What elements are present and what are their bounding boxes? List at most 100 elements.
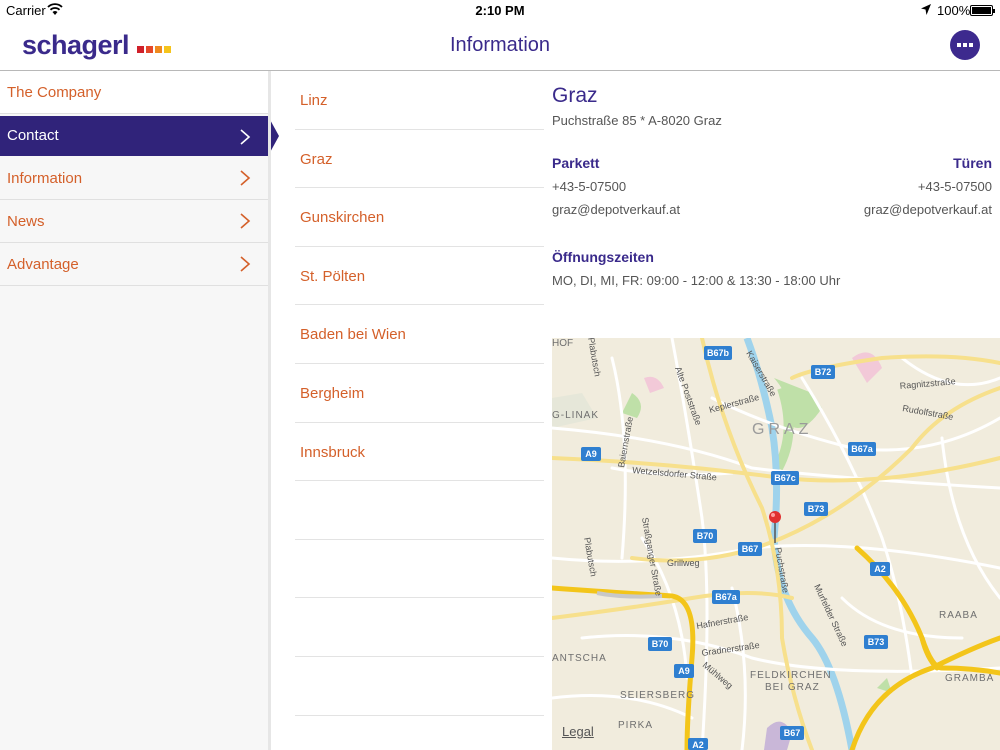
map-label-raaba: RAABA (939, 610, 978, 621)
tueren-heading: Türen (953, 155, 992, 171)
map-street-label: Alte Poststraße (673, 365, 703, 426)
map-street-label: Baiernstraße (616, 416, 635, 468)
map-label-feldkirchen: FELDKIRCHEN (750, 670, 832, 681)
list-item[interactable]: Innsbruck (295, 423, 544, 482)
road-badge: B70 (693, 529, 717, 543)
sidebar-item-label: News (7, 213, 45, 230)
sidebar: The Company Contact Information News Adv… (0, 71, 279, 750)
clock: 2:10 PM (475, 3, 525, 18)
map-street-label: Plabutsch (582, 537, 599, 578)
map-label-hof: HOF (552, 338, 573, 349)
svg-text:B67b: B67b (707, 348, 730, 358)
list-item[interactable]: Gunskirchen (295, 188, 544, 247)
map-street-label: Gradnerstraße (701, 640, 760, 658)
sidebar-item-label: Contact (7, 127, 59, 144)
svg-text:A2: A2 (692, 740, 704, 750)
map-street-label: Murfelder Straße (812, 583, 850, 648)
sidebar-item-label: Information (7, 170, 83, 187)
chevron-right-icon (240, 170, 251, 186)
map-street-label: Rudolfstraße (902, 403, 954, 422)
chevron-right-icon (240, 129, 251, 145)
legal-link[interactable]: Legal (562, 724, 594, 739)
status-bar: Carrier 2:10 PM 100% (0, 0, 1000, 22)
sidebar-item-label: Advantage (7, 256, 79, 273)
svg-text:A9: A9 (585, 449, 597, 459)
parkett-email[interactable]: graz@depotverkauf.at (552, 202, 680, 217)
battery-percent: 100% (937, 3, 971, 18)
map-label-graz: GRAZ (752, 421, 812, 438)
road-badge: B73 (864, 635, 888, 649)
map-pin-icon[interactable] (769, 511, 781, 523)
map-view[interactable]: HOF G-LINAK GRAZ ANTSCHA SEIERSBERG PIRK… (552, 338, 1000, 750)
sidebar-item-label: The Company (7, 84, 102, 101)
sidebar-item-information[interactable]: Information (0, 157, 268, 200)
svg-text:B67a: B67a (851, 444, 874, 454)
map-label-glinak: G-LINAK (552, 410, 599, 421)
chevron-right-icon (240, 256, 251, 272)
nav-bar: schagerl Information (0, 22, 1000, 71)
svg-text:B70: B70 (697, 531, 714, 541)
road-badge: A9 (674, 664, 694, 678)
road-badge: B67b (704, 346, 732, 360)
map-label-antscha: ANTSCHA (552, 653, 607, 664)
address: Puchstraße 85 * A-8020 Graz (552, 113, 722, 128)
map-street-label: Plabutsch (586, 338, 603, 377)
road-badge: B67 (738, 542, 762, 556)
svg-text:B72: B72 (815, 367, 832, 377)
sidebar-item-advantage[interactable]: Advantage (0, 243, 268, 286)
city-name: Graz (552, 84, 598, 107)
road-badge: B73 (804, 502, 828, 516)
list-item[interactable]: Baden bei Wien (295, 305, 544, 364)
list-item-empty (295, 598, 544, 657)
road-badge: B67a (848, 442, 876, 456)
svg-text:B73: B73 (868, 637, 885, 647)
parkett-phone[interactable]: +43-5-07500 (552, 179, 680, 194)
road-badge: A2 (870, 562, 890, 576)
map-street-label: Grillweg (667, 558, 700, 568)
map-label-seiersberg: SEIERSBERG (620, 690, 695, 701)
svg-text:B70: B70 (652, 639, 669, 649)
list-item-empty (295, 657, 544, 716)
location-arrow-icon (921, 4, 931, 15)
svg-text:B67: B67 (742, 544, 759, 554)
list-item[interactable]: Bergheim (295, 364, 544, 423)
tueren-phone[interactable]: +43-5-07500 (864, 179, 992, 194)
list-item-empty (295, 540, 544, 599)
map-street-label: Ragnitzstraße (899, 376, 956, 391)
page-title: Information (449, 34, 551, 56)
tueren-contact: Türen +43-5-07500 graz@depotverkauf.at (864, 155, 992, 225)
hours-heading: Öffnungszeiten (552, 249, 654, 265)
sidebar-item-contact[interactable]: Contact (0, 116, 279, 156)
more-icon (957, 43, 961, 47)
map-label-pirka: PIRKA (618, 720, 653, 731)
hours-text: MO, DI, MI, FR: 09:00 - 12:00 & 13:30 - … (552, 273, 841, 288)
active-pointer (268, 116, 279, 156)
svg-text:B67a: B67a (715, 592, 738, 602)
parkett-heading: Parkett (552, 155, 600, 171)
map-label-gramba: GRAMBA (945, 673, 994, 684)
road-badge: B67 (780, 726, 804, 740)
sidebar-item-the-company[interactable]: The Company (0, 71, 268, 114)
tueren-email[interactable]: graz@depotverkauf.at (864, 202, 992, 217)
list-item-empty (295, 481, 544, 540)
road-badge: B72 (811, 365, 835, 379)
list-item[interactable]: Graz (295, 130, 544, 189)
svg-text:B73: B73 (808, 504, 825, 514)
list-item[interactable]: St. Pölten (295, 247, 544, 306)
more-button[interactable] (950, 30, 980, 60)
svg-text:B67: B67 (784, 728, 801, 738)
chevron-right-icon (240, 213, 251, 229)
road-badge: B70 (648, 637, 672, 651)
sidebar-item-news[interactable]: News (0, 200, 268, 243)
road-badge: B67c (771, 471, 799, 485)
road-badge: A9 (581, 447, 601, 461)
svg-text:A9: A9 (678, 666, 690, 676)
svg-text:A2: A2 (874, 564, 886, 574)
svg-text:B67c: B67c (774, 473, 796, 483)
list-item[interactable]: Linz (295, 71, 544, 130)
map-street-label: Straßganger Straße (640, 517, 664, 597)
opening-hours: Öffnungszeiten MO, DI, MI, FR: 09:00 - 1… (552, 249, 840, 288)
map-canvas: HOF G-LINAK GRAZ ANTSCHA SEIERSBERG PIRK… (552, 338, 1000, 750)
map-label-bei-graz: BEI GRAZ (765, 682, 820, 693)
battery-icon (970, 5, 995, 16)
